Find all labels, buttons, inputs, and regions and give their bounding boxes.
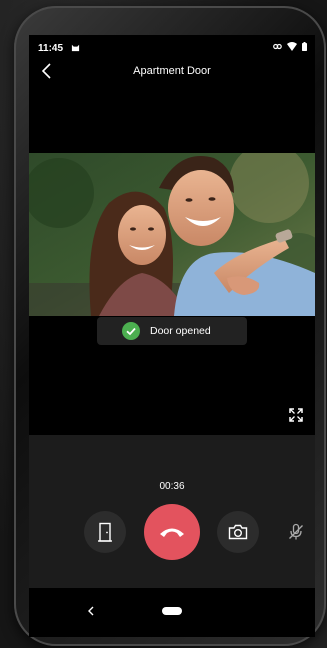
phone-hangup-icon [160,528,184,537]
door-icon [98,522,112,542]
call-duration: 00:36 [159,481,185,492]
phone-screen: 11:45 Apartment Door Door opened 00:36 [29,35,315,637]
wifi-icon [287,42,297,51]
header: Apartment Door [29,59,315,85]
man-face [168,170,234,246]
nav-home-button[interactable] [162,607,182,615]
door-button[interactable] [84,511,126,553]
camera-button[interactable] [217,511,259,553]
nav-back-icon[interactable] [85,604,97,618]
woman-face [118,205,166,265]
toast-text: Door opened [150,325,211,337]
door-opened-toast: Door opened [97,317,247,345]
system-nav-bar [29,588,315,637]
camera-icon [228,524,248,540]
page-title: Apartment Door [133,65,211,77]
fullscreen-icon[interactable] [289,408,303,422]
mic-muted-icon[interactable] [287,523,305,541]
link-icon [273,43,282,50]
battery-icon [302,42,307,51]
status-icons [273,42,307,51]
video-feed [29,153,315,316]
status-bar: 11:45 [29,35,315,61]
cat-icon [71,44,80,52]
call-control-panel: 00:36 [29,435,315,588]
status-time: 11:45 [38,43,64,54]
check-circle-icon [122,322,140,340]
hangup-button[interactable] [144,504,200,560]
